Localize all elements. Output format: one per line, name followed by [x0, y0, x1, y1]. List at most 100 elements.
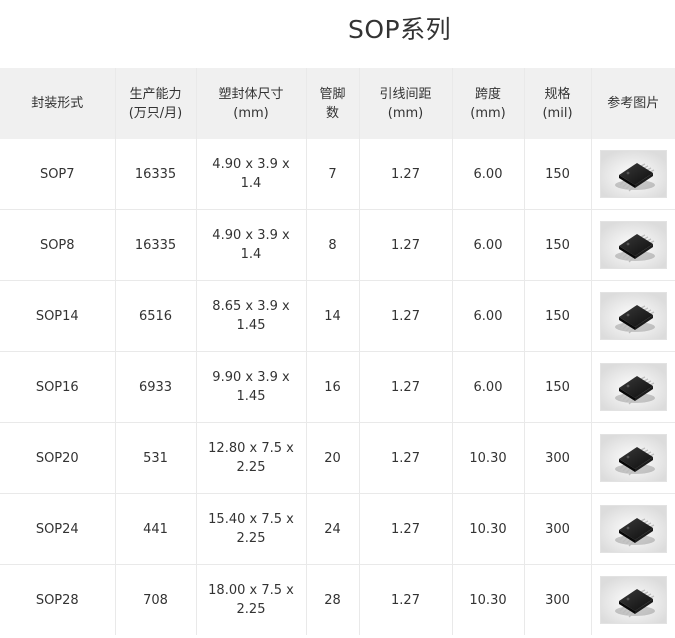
cell-package: SOP20	[0, 422, 115, 494]
cell-body-size: 9.90 x 3.9 x 1.45	[195, 351, 306, 423]
header-body-size-unit: (mm)	[233, 105, 269, 121]
cell-pitch: 1.27	[358, 139, 452, 210]
sop-chip-thumbnail[interactable]	[599, 434, 667, 482]
table-row: SOP24 441 15.40 x 7.5 x 2.25 24 1.27 10.…	[0, 493, 675, 565]
cell-capacity: 6516	[114, 280, 196, 352]
cell-body-size: 4.90 x 3.9 x 1.4	[195, 139, 306, 210]
cell-body-size: 8.65 x 3.9 x 1.45	[195, 280, 306, 352]
header-spec-unit: (mil)	[542, 105, 573, 121]
cell-pins: 8	[305, 209, 359, 281]
cell-reference-image	[590, 564, 675, 635]
sop-chip-icon	[600, 151, 666, 197]
header-span: 跨度 (mm)	[451, 68, 524, 139]
cell-reference-image	[590, 139, 675, 210]
cell-body-size-line-2: 1.4	[240, 247, 262, 262]
sop-chip-thumbnail[interactable]	[599, 150, 667, 198]
cell-pins: 28	[305, 564, 359, 635]
cell-pitch: 1.27	[358, 493, 452, 565]
cell-capacity: 6933	[114, 351, 196, 423]
sop-chip-icon	[600, 435, 666, 481]
cell-span: 10.30	[451, 564, 524, 635]
cell-package: SOP16	[0, 351, 115, 423]
table-row: SOP8 16335 4.90 x 3.9 x 1.4 8 1.27 6.00 …	[0, 209, 675, 281]
cell-body-size-line-1: 12.80 x 7.5 x	[208, 441, 294, 456]
table-row: SOP7 16335 4.90 x 3.9 x 1.4 7 1.27 6.00 …	[0, 139, 675, 210]
header-pins-label: 管脚	[319, 86, 346, 102]
page-title: SOP系列	[348, 15, 452, 44]
cell-body-size-line-1: 15.40 x 7.5 x	[208, 512, 294, 527]
cell-body-size: 12.80 x 7.5 x 2.25	[195, 422, 306, 494]
cell-capacity: 16335	[114, 209, 196, 281]
header-body-size: 塑封体尺寸 (mm)	[195, 68, 306, 139]
cell-span: 6.00	[451, 209, 524, 281]
cell-body-size-line-1: 4.90 x 3.9 x	[212, 157, 290, 172]
header-pins: 管脚 数	[305, 68, 359, 139]
cell-spec: 150	[523, 139, 591, 210]
cell-span: 6.00	[451, 139, 524, 210]
sop-chip-icon	[600, 293, 666, 339]
cell-pitch: 1.27	[358, 351, 452, 423]
sop-chip-icon	[600, 364, 666, 410]
cell-span: 10.30	[451, 422, 524, 494]
cell-package: SOP7	[39, 166, 75, 182]
sop-chip-thumbnail[interactable]	[599, 505, 667, 553]
cell-pitch: 1.27	[358, 209, 452, 281]
cell-pitch: 1.27	[358, 280, 452, 352]
cell-body-size-line-1: 9.90 x 3.9 x	[212, 370, 290, 385]
cell-body-size-line-1: 8.65 x 3.9 x	[212, 299, 290, 314]
cell-spec: 300	[523, 422, 591, 494]
cell-body-size: 15.40 x 7.5 x 2.25	[195, 493, 306, 565]
table-row: SOP28 708 18.00 x 7.5 x 2.25 28 1.27 10.…	[0, 564, 675, 635]
cell-reference-image	[590, 493, 675, 565]
header-pitch-unit: (mm)	[387, 105, 424, 121]
cell-body-size: 4.90 x 3.9 x 1.4	[195, 209, 306, 281]
header-pitch: 引线间距 (mm)	[358, 68, 452, 139]
cell-pitch: 1.27	[358, 422, 452, 494]
sop-chip-icon	[600, 222, 666, 268]
cell-pins: 24	[305, 493, 359, 565]
table-body: SOP7 16335 4.90 x 3.9 x 1.4 7 1.27 6.00 …	[0, 139, 675, 635]
cell-reference-image	[590, 209, 675, 281]
header-body-size-label: 塑封体尺寸	[218, 86, 284, 102]
cell-reference-image	[590, 351, 675, 423]
cell-pins: 20	[305, 422, 359, 494]
cell-pitch: 1.27	[358, 564, 452, 635]
cell-body-size-line-1: 4.90 x 3.9 x	[212, 228, 290, 243]
header-span-label: 跨度	[474, 86, 501, 102]
sop-chip-thumbnail[interactable]	[599, 363, 667, 411]
header-pitch-label: 引线间距	[379, 86, 432, 102]
header-reference-image: 参考图片	[590, 68, 675, 139]
cell-reference-image	[590, 422, 675, 494]
cell-body-size-line-2: 1.45	[236, 318, 266, 333]
cell-capacity: 708	[114, 564, 196, 635]
cell-body-size-line-2: 2.25	[236, 602, 266, 617]
header-pins-label-2: 数	[325, 105, 339, 121]
cell-reference-image	[590, 280, 675, 352]
cell-package: SOP28	[0, 564, 115, 635]
sop-chip-icon	[600, 577, 666, 623]
header-package: 封装形式	[0, 68, 115, 139]
table-row: SOP16 6933 9.90 x 3.9 x 1.45 16 1.27 6.0…	[0, 351, 675, 423]
cell-pins: 14	[305, 280, 359, 352]
cell-body-size-line-2: 1.45	[236, 389, 266, 404]
cell-spec: 150	[523, 280, 591, 352]
sop-chip-thumbnail[interactable]	[599, 292, 667, 340]
sop-chip-thumbnail[interactable]	[599, 221, 667, 269]
cell-spec: 150	[523, 351, 591, 423]
sop-spec-table: 封装形式 生产能力 (万只/月) 塑封体尺寸 (mm) 管脚 数 引线间距 (m…	[0, 68, 675, 635]
cell-body-size-line-2: 1.4	[240, 176, 262, 191]
header-capacity: 生产能力 (万只/月)	[114, 68, 196, 139]
header-spec: 规格 (mil)	[523, 68, 591, 139]
cell-body-size-line-2: 2.25	[236, 531, 266, 546]
cell-spec: 300	[523, 564, 591, 635]
sop-chip-thumbnail[interactable]	[599, 576, 667, 624]
cell-pins: 7	[305, 139, 359, 210]
sop-chip-icon	[600, 506, 666, 552]
header-capacity-unit: (万只/月)	[128, 105, 183, 121]
cell-span: 6.00	[451, 280, 524, 352]
cell-body-size-line-2: 2.25	[236, 460, 266, 475]
table-header-row: 封装形式 生产能力 (万只/月) 塑封体尺寸 (mm) 管脚 数 引线间距 (m…	[0, 68, 675, 139]
header-span-unit: (mm)	[470, 105, 506, 121]
header-spec-label: 规格	[544, 86, 571, 102]
cell-span: 6.00	[451, 351, 524, 423]
